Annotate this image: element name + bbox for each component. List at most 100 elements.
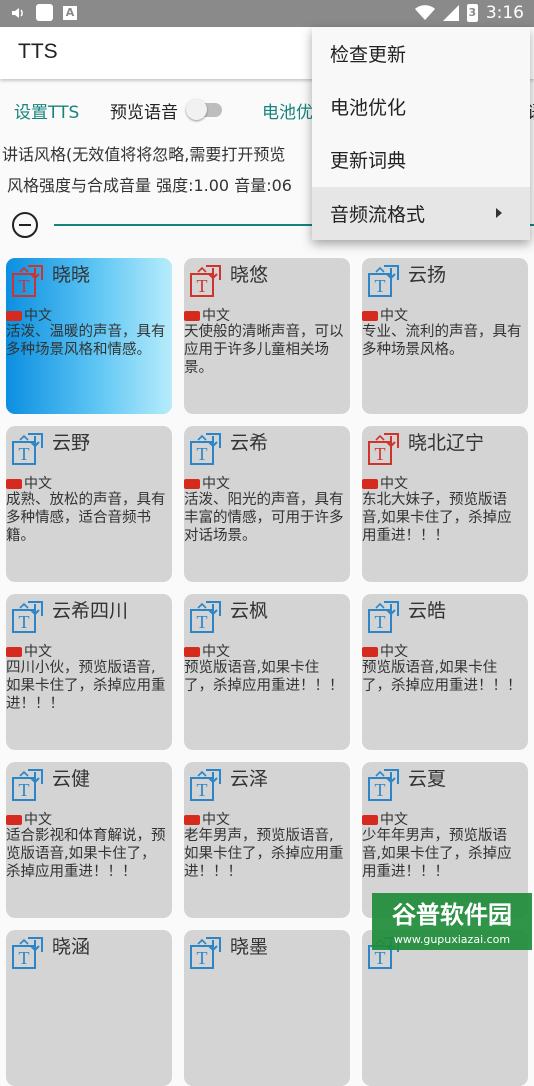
tts-voice-icon: T [10, 262, 48, 300]
voice-language-label: 中文 [24, 308, 52, 324]
svg-text:谷普软件园: 谷普软件园 [392, 901, 512, 929]
voice-card[interactable]: T 云扬 中文 专业、流利的声音，具有多种场景风格。 [362, 258, 528, 414]
voice-card[interactable]: T 云枫中文 预览版语音,如果卡住了，杀掉应用重进！！！ [184, 594, 350, 750]
svg-text:T: T [19, 276, 30, 296]
voice-name: 云野 [52, 432, 91, 454]
menu-battery-optimization[interactable]: 电池优化 [312, 80, 530, 133]
clock-time: 3:16 [485, 3, 524, 23]
tts-voice-icon: T [366, 766, 404, 804]
voice-language-label: 中文 [202, 644, 230, 660]
tts-voice-icon: T [188, 262, 226, 300]
china-flag-icon [184, 815, 200, 825]
voice-name: 云希四川 [52, 600, 129, 622]
menu-label: 电池优化 [330, 97, 407, 119]
voice-card[interactable]: T 云野中文 成熟、放松的声音，具有多种情感，适合音频书籍。 [6, 426, 172, 582]
voice-name: 晓墨 [230, 936, 269, 958]
china-flag-icon [184, 647, 200, 657]
svg-text:T: T [375, 948, 386, 968]
voice-language-label: 中文 [24, 476, 52, 492]
voice-name: 云希 [230, 432, 269, 454]
voice-language: 中文 [362, 473, 408, 493]
voice-card[interactable]: T 云皓 中文 预览版语音,如果卡住了，杀掉应用重进！！！ [362, 594, 528, 750]
menu-label: 音频流格式 [330, 204, 426, 226]
voice-card[interactable]: T 云希四川 中文 四川小伙，预览版语音,如果卡住了，杀掉应用重进！！！ [6, 594, 172, 750]
voice-language-label: 中文 [380, 476, 408, 492]
tts-voice-icon: T [188, 598, 226, 636]
svg-text:T: T [375, 612, 386, 632]
menu-label: 更新词典 [330, 150, 407, 172]
voice-language: 中文 [6, 473, 52, 493]
voice-description: 预览版语音,如果卡住了，杀掉应用重进！！！ [184, 660, 344, 694]
svg-text:T: T [19, 948, 30, 968]
china-flag-icon [6, 311, 22, 321]
svg-text:T: T [197, 612, 208, 632]
voice-name: 晓涵 [52, 936, 91, 958]
tts-voice-icon: T [188, 934, 226, 972]
voice-name: 晓悠 [230, 264, 269, 286]
voice-name: 晓北辽宁 [408, 432, 485, 454]
voice-description: 专业、流利的声音，具有多种场景风格。 [362, 324, 522, 358]
tab-battery[interactable]: 电池优 [262, 98, 313, 123]
preview-voice-label: 预览语音 [110, 103, 178, 123]
volume-icon [12, 7, 23, 18]
voice-description: 活泼、温暖的声音，具有多种场景风格和情感。 [6, 324, 166, 358]
voice-card[interactable]: T [362, 930, 528, 1086]
tts-voice-icon: T [10, 598, 48, 636]
voice-description: 东北大妹子，预览版语音,如果卡住了，杀掉应用重进！！！ [362, 492, 512, 544]
voice-card[interactable]: T 晓晓中文 活泼、温暖的声音，具有多种场景风格和情感。 [6, 258, 172, 414]
china-flag-icon [6, 479, 22, 489]
a-notification-icon: A [63, 5, 77, 20]
svg-text:T: T [19, 612, 30, 632]
tab-set-tts[interactable]: 设置TTS [14, 98, 79, 123]
signal-icon [442, 5, 459, 21]
svg-text:T: T [19, 780, 30, 800]
voice-language-label: 中文 [202, 308, 230, 324]
voice-card[interactable]: T 云健 中文 适合影视和体育解说，预览版语音,如果卡住了，杀掉应用重进！！！ [6, 762, 172, 918]
tts-voice-icon: T [188, 430, 226, 468]
voice-card[interactable]: T 晓悠中文 天使般的清晰声音，可以应用于许多儿童相关场景。 [184, 258, 350, 414]
china-flag-icon [362, 815, 378, 825]
svg-text:T: T [19, 444, 30, 464]
svg-text:T: T [375, 444, 386, 464]
voice-name: 云扬 [408, 264, 447, 286]
voice-language-label: 中文 [202, 476, 230, 492]
voice-name: 云枫 [230, 600, 269, 622]
svg-text:T: T [375, 276, 386, 296]
submenu-arrow-icon [496, 208, 502, 218]
menu-audio-format[interactable]: 音频流格式 [312, 187, 530, 240]
status-bar: A 3 3:16 [0, 0, 534, 27]
overflow-menu: 检查更新 电池优化 更新词典 音频流格式 [312, 27, 530, 240]
voice-card[interactable]: T 云泽 中文 老年男声，预览版语音,如果卡住了，杀掉应用重进！！！ [184, 762, 350, 918]
voice-name: 云泽 [230, 768, 269, 790]
voice-description: 老年男声，预览版语音,如果卡住了，杀掉应用重进！！！ [184, 828, 344, 880]
voice-description: 活泼、阳光的声音，具有丰富的情感，可用于许多对话场景。 [184, 492, 344, 544]
tts-voice-icon: T [366, 430, 404, 468]
menu-update-dictionary[interactable]: 更新词典 [312, 133, 530, 186]
voice-card[interactable]: T 晓涵 [6, 930, 172, 1086]
preview-voice-switch[interactable] [186, 99, 222, 120]
voice-language: 中文 [184, 473, 230, 493]
switch-knob [186, 99, 207, 120]
voice-description: 成熟、放松的声音，具有多种情感，适合音频书籍。 [6, 492, 166, 544]
china-flag-icon [6, 647, 22, 657]
svg-text:www.gupuxiazai.com: www.gupuxiazai.com [394, 933, 510, 946]
voice-language: 中文 [6, 641, 52, 661]
menu-check-update[interactable]: 检查更新 [312, 27, 530, 80]
voice-language-label: 中文 [380, 812, 408, 828]
china-flag-icon [362, 647, 378, 657]
tts-voice-icon: T [366, 598, 404, 636]
china-flag-icon [362, 479, 378, 489]
voice-description: 天使般的清晰声音，可以应用于许多儿童相关场景。 [184, 324, 344, 376]
voice-card[interactable]: T 云希中文 活泼、阳光的声音，具有丰富的情感，可用于许多对话场景。 [184, 426, 350, 582]
voice-card[interactable]: T 晓墨 [184, 930, 350, 1086]
tts-voice-icon: T [10, 934, 48, 972]
voice-name: 晓晓 [52, 264, 91, 286]
voice-card[interactable]: T 晓北辽宁中文 东北大妹子，预览版语音,如果卡住了，杀掉应用重进！！！ [362, 426, 528, 582]
voice-description: 预览版语音,如果卡住了，杀掉应用重进！！！ [362, 660, 522, 694]
voice-description: 少年年男声，预览版语音,如果卡住了，杀掉应用重进！！！ [362, 828, 512, 880]
decrease-icon[interactable] [12, 212, 38, 238]
tts-voice-icon: T [10, 766, 48, 804]
voice-language: 中文 [184, 305, 230, 325]
voice-description: 四川小伙，预览版语音,如果卡住了，杀掉应用重进！！！ [6, 660, 166, 712]
battery-icon: 3 [466, 4, 478, 22]
